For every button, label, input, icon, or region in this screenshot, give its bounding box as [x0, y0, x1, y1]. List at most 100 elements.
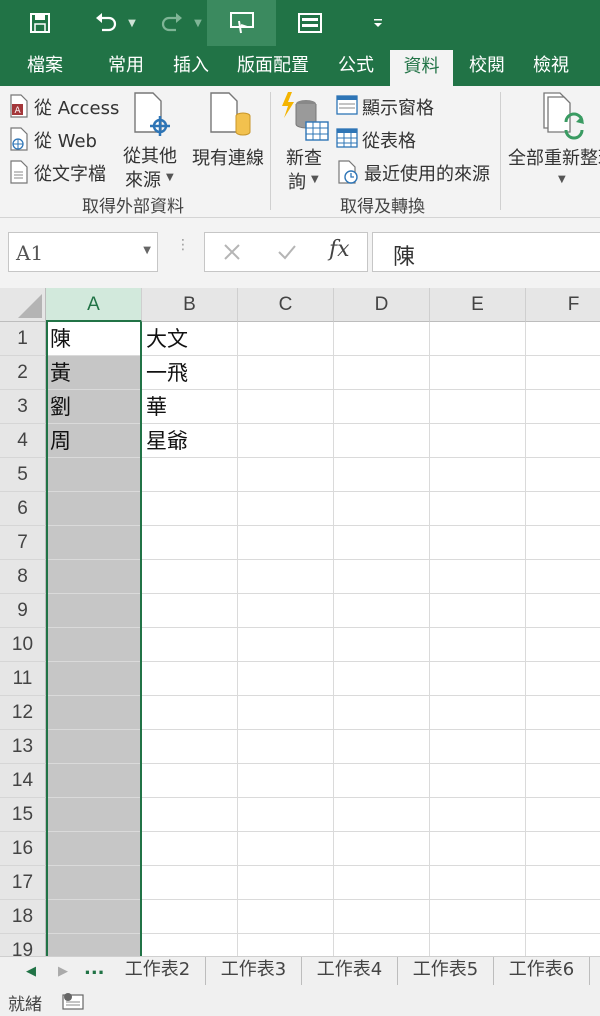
cell-c6[interactable] [238, 492, 334, 526]
cell-b16[interactable] [142, 832, 238, 866]
cell-d19[interactable] [334, 934, 430, 956]
save-button[interactable] [22, 0, 58, 46]
macro-record-icon[interactable] [62, 992, 84, 1010]
more-sheets-button[interactable]: ... [84, 957, 105, 987]
row-header[interactable]: 16 [0, 832, 46, 866]
cell-e17[interactable] [430, 866, 526, 900]
cell-e4[interactable] [430, 424, 526, 458]
new-query-button[interactable]: 新查 詢 ▼ [278, 90, 332, 193]
cell-c4[interactable] [238, 424, 334, 458]
cell-b13[interactable] [142, 730, 238, 764]
refresh-all-button[interactable]: 全部重新整理 ▼ [506, 90, 600, 190]
cell-c17[interactable] [238, 866, 334, 900]
cell-c13[interactable] [238, 730, 334, 764]
cell-e9[interactable] [430, 594, 526, 628]
cell-f10[interactable] [526, 628, 600, 662]
cell-a10[interactable] [46, 628, 142, 662]
cell-a7[interactable] [46, 526, 142, 560]
cell-e11[interactable] [430, 662, 526, 696]
from-text-button[interactable]: 從文字檔 [6, 158, 118, 186]
cell-c11[interactable] [238, 662, 334, 696]
cell-d17[interactable] [334, 866, 430, 900]
cell-c5[interactable] [238, 458, 334, 492]
row-header[interactable]: 7 [0, 526, 46, 560]
cell-b15[interactable] [142, 798, 238, 832]
tab-view[interactable]: 檢視 [522, 46, 580, 86]
cell-f6[interactable] [526, 492, 600, 526]
cell-b8[interactable] [142, 560, 238, 594]
cell-f11[interactable] [526, 662, 600, 696]
cell-f16[interactable] [526, 832, 600, 866]
cell-c14[interactable] [238, 764, 334, 798]
cell-b11[interactable] [142, 662, 238, 696]
cell-b19[interactable] [142, 934, 238, 956]
cell-a2[interactable]: 黃 [46, 356, 142, 390]
row-header[interactable]: 19 [0, 934, 46, 956]
sheet-tab[interactable]: 工作表6 [494, 957, 590, 985]
cell-c19[interactable] [238, 934, 334, 956]
cell-a14[interactable] [46, 764, 142, 798]
cell-d12[interactable] [334, 696, 430, 730]
tab-insert[interactable]: 插入 [164, 46, 218, 86]
cell-a11[interactable] [46, 662, 142, 696]
cell-c15[interactable] [238, 798, 334, 832]
cell-f19[interactable] [526, 934, 600, 956]
cell-d16[interactable] [334, 832, 430, 866]
tab-home[interactable]: 常用 [100, 46, 152, 86]
cell-c18[interactable] [238, 900, 334, 934]
cell-d10[interactable] [334, 628, 430, 662]
cell-a13[interactable] [46, 730, 142, 764]
cell-f3[interactable] [526, 390, 600, 424]
cell-e3[interactable] [430, 390, 526, 424]
existing-connections-button[interactable]: 現有連線 [188, 90, 264, 190]
cell-d15[interactable] [334, 798, 430, 832]
cell-b18[interactable] [142, 900, 238, 934]
name-box[interactable]: A1 ▼ [8, 232, 158, 272]
cell-a19[interactable] [46, 934, 142, 956]
cell-d18[interactable] [334, 900, 430, 934]
drag-handle-icon[interactable]: ⋮ [176, 238, 190, 252]
enter-check-icon[interactable] [277, 243, 297, 261]
cell-d9[interactable] [334, 594, 430, 628]
from-access-button[interactable]: A 從 Access [6, 92, 119, 120]
cell-a1[interactable]: 陳 [46, 322, 142, 356]
row-header[interactable]: 9 [0, 594, 46, 628]
cell-b5[interactable] [142, 458, 238, 492]
cell-a15[interactable] [46, 798, 142, 832]
cell-f4[interactable] [526, 424, 600, 458]
select-all-corner[interactable] [0, 288, 46, 322]
cell-c7[interactable] [238, 526, 334, 560]
cell-d2[interactable] [334, 356, 430, 390]
cell-c10[interactable] [238, 628, 334, 662]
cell-b1[interactable]: 大文 [142, 322, 238, 356]
tab-data[interactable]: 資料 [390, 50, 453, 86]
cell-d8[interactable] [334, 560, 430, 594]
row-header[interactable]: 17 [0, 866, 46, 900]
tab-file[interactable]: 檔案 [18, 46, 72, 86]
column-header-f[interactable]: F [526, 288, 600, 322]
column-header-e[interactable]: E [430, 288, 526, 322]
show-queries-button[interactable]: 顯示窗格 [334, 92, 444, 120]
cell-a17[interactable] [46, 866, 142, 900]
row-header[interactable]: 1 [0, 322, 46, 356]
cell-a16[interactable] [46, 832, 142, 866]
cell-d3[interactable] [334, 390, 430, 424]
sheet-tab[interactable]: 工作表4 [302, 957, 398, 985]
cell-a18[interactable] [46, 900, 142, 934]
form-button[interactable] [294, 0, 326, 46]
tab-formulas[interactable]: 公式 [328, 46, 384, 86]
cell-e12[interactable] [430, 696, 526, 730]
sheet-tab[interactable]: 工作表2 [110, 957, 206, 985]
cell-b7[interactable] [142, 526, 238, 560]
cell-e18[interactable] [430, 900, 526, 934]
insert-function-icon[interactable]: fx [329, 237, 350, 262]
cell-b9[interactable] [142, 594, 238, 628]
cell-f15[interactable] [526, 798, 600, 832]
cell-f5[interactable] [526, 458, 600, 492]
cell-e15[interactable] [430, 798, 526, 832]
cell-e14[interactable] [430, 764, 526, 798]
cell-e10[interactable] [430, 628, 526, 662]
cell-d5[interactable] [334, 458, 430, 492]
column-header-a[interactable]: A [46, 288, 142, 322]
row-header[interactable]: 5 [0, 458, 46, 492]
